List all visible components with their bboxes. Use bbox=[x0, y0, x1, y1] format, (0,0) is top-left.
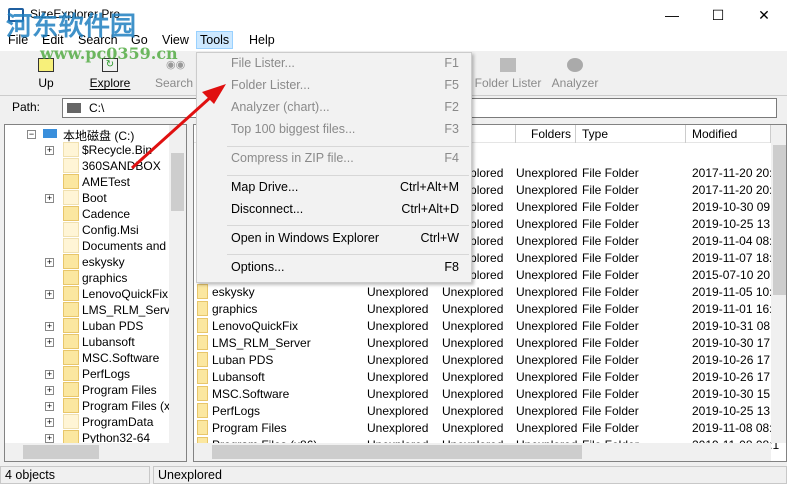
watermark-url: www.pc0359.cn bbox=[40, 44, 178, 63]
watermark-logo: 河东软件园 bbox=[6, 12, 137, 42]
red-arrow-annotation bbox=[130, 84, 226, 170]
